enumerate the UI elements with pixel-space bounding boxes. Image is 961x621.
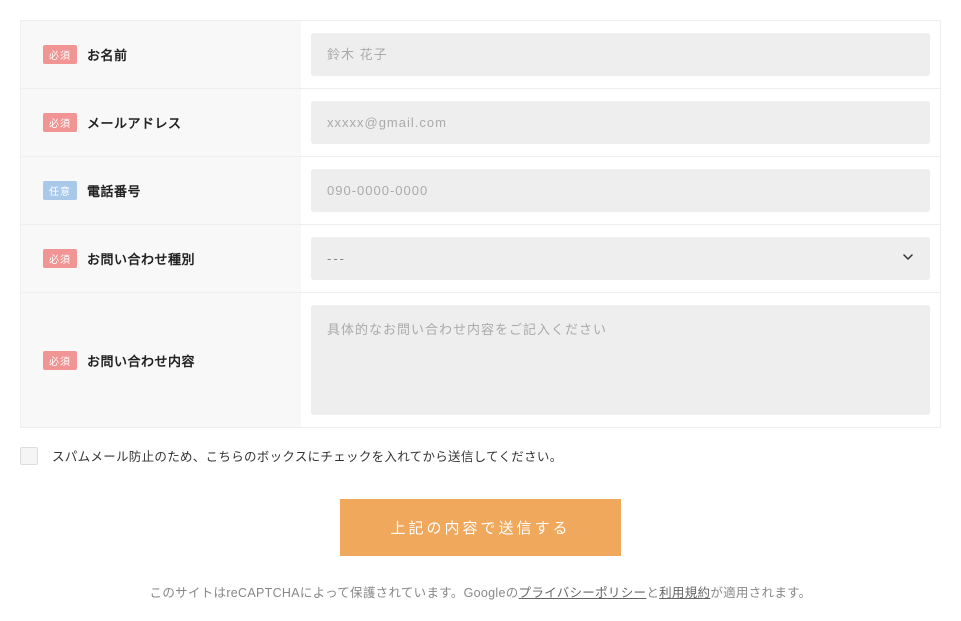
label-cell-phone: 任意 電話番号 [21,157,301,224]
input-cell-email [301,89,940,156]
label-phone: 電話番号 [87,181,141,200]
contact-form: 必須 お名前 必須 メールアドレス 任意 電話番号 必須 お問い合わせ種別 [20,20,941,428]
input-cell-name [301,21,940,88]
label-cell-email: 必須 メールアドレス [21,89,301,156]
row-type: 必須 お問い合わせ種別 --- [20,225,941,293]
input-cell-content [301,293,940,427]
input-cell-type: --- [301,225,940,292]
row-name: 必須 お名前 [20,20,941,89]
disclaimer-text-1: このサイトはreCAPTCHAによって保護されています。Googleの [150,586,519,600]
privacy-policy-link[interactable]: プライバシーポリシー [519,586,647,600]
label-type: お問い合わせ種別 [87,249,195,268]
required-badge: 必須 [43,113,77,132]
email-input[interactable] [311,101,930,144]
label-cell-name: 必須 お名前 [21,21,301,88]
optional-badge: 任意 [43,181,77,200]
recaptcha-disclaimer: このサイトはreCAPTCHAによって保護されています。Googleのプライバシ… [20,582,941,601]
input-cell-phone [301,157,940,224]
name-input[interactable] [311,33,930,76]
label-cell-content: 必須 お問い合わせ内容 [21,293,301,427]
required-badge: 必須 [43,351,77,370]
spam-checkbox-label: スパムメール防止のため、こちらのボックスにチェックを入れてから送信してください。 [52,446,563,465]
select-wrapper: --- [311,237,930,280]
row-email: 必須 メールアドレス [20,89,941,157]
label-email: メールアドレス [87,113,182,132]
disclaimer-text-3: が適用されます。 [710,586,811,600]
submit-button[interactable]: 上記の内容で送信する [340,499,620,556]
required-badge: 必須 [43,249,77,268]
required-badge: 必須 [43,45,77,64]
spam-checkbox-row: スパムメール防止のため、こちらのボックスにチェックを入れてから送信してください。 [20,428,941,489]
spam-checkbox[interactable] [20,447,38,465]
type-select[interactable]: --- [311,237,930,280]
terms-link[interactable]: 利用規約 [659,586,710,600]
label-content: お問い合わせ内容 [87,351,195,370]
submit-wrap: 上記の内容で送信する [20,489,941,582]
content-textarea[interactable] [311,305,930,415]
row-content: 必須 お問い合わせ内容 [20,293,941,428]
label-name: お名前 [87,45,128,64]
disclaimer-text-2: と [646,586,659,600]
label-cell-type: 必須 お問い合わせ種別 [21,225,301,292]
phone-input[interactable] [311,169,930,212]
row-phone: 任意 電話番号 [20,157,941,225]
